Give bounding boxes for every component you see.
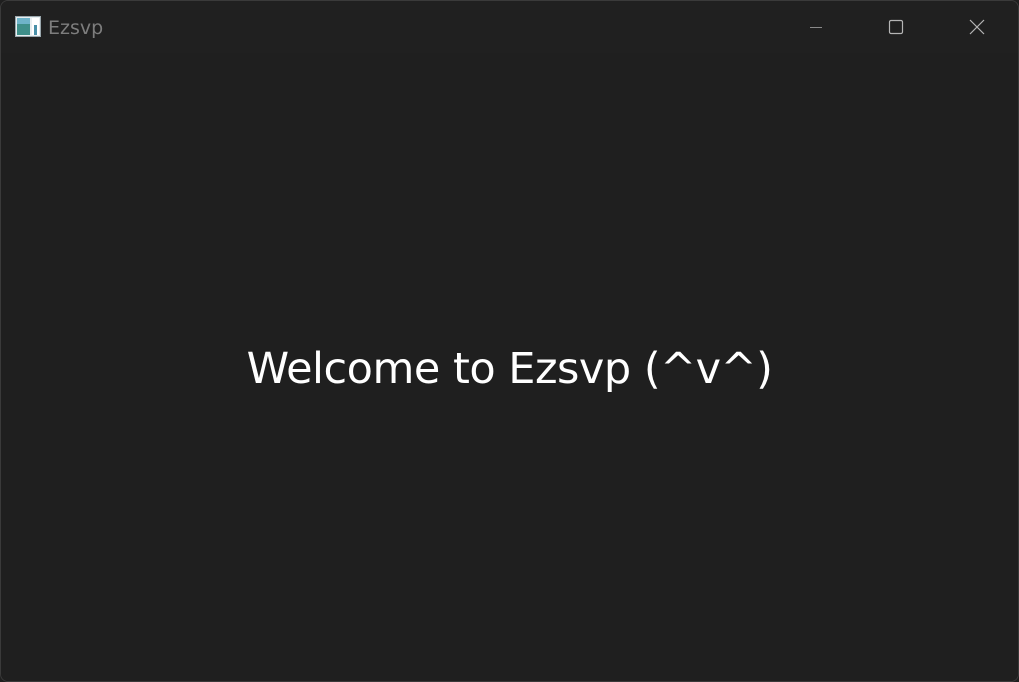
- app-window-icon: [15, 16, 41, 37]
- minimize-icon: [808, 19, 824, 35]
- maximize-button[interactable]: [856, 1, 936, 53]
- window-title: Ezsvp: [48, 17, 104, 39]
- main-content: Welcome to Ezsvp (^v^): [1, 53, 1018, 681]
- minimize-button[interactable]: [776, 1, 856, 53]
- maximize-icon: [888, 19, 904, 35]
- app-window: Ezsvp Welcome to Ezsvp (^v^): [0, 0, 1019, 682]
- close-icon: [968, 18, 986, 36]
- title-bar[interactable]: Ezsvp: [1, 1, 1018, 53]
- close-button[interactable]: [937, 1, 1017, 53]
- welcome-message: Welcome to Ezsvp (^v^): [246, 344, 773, 394]
